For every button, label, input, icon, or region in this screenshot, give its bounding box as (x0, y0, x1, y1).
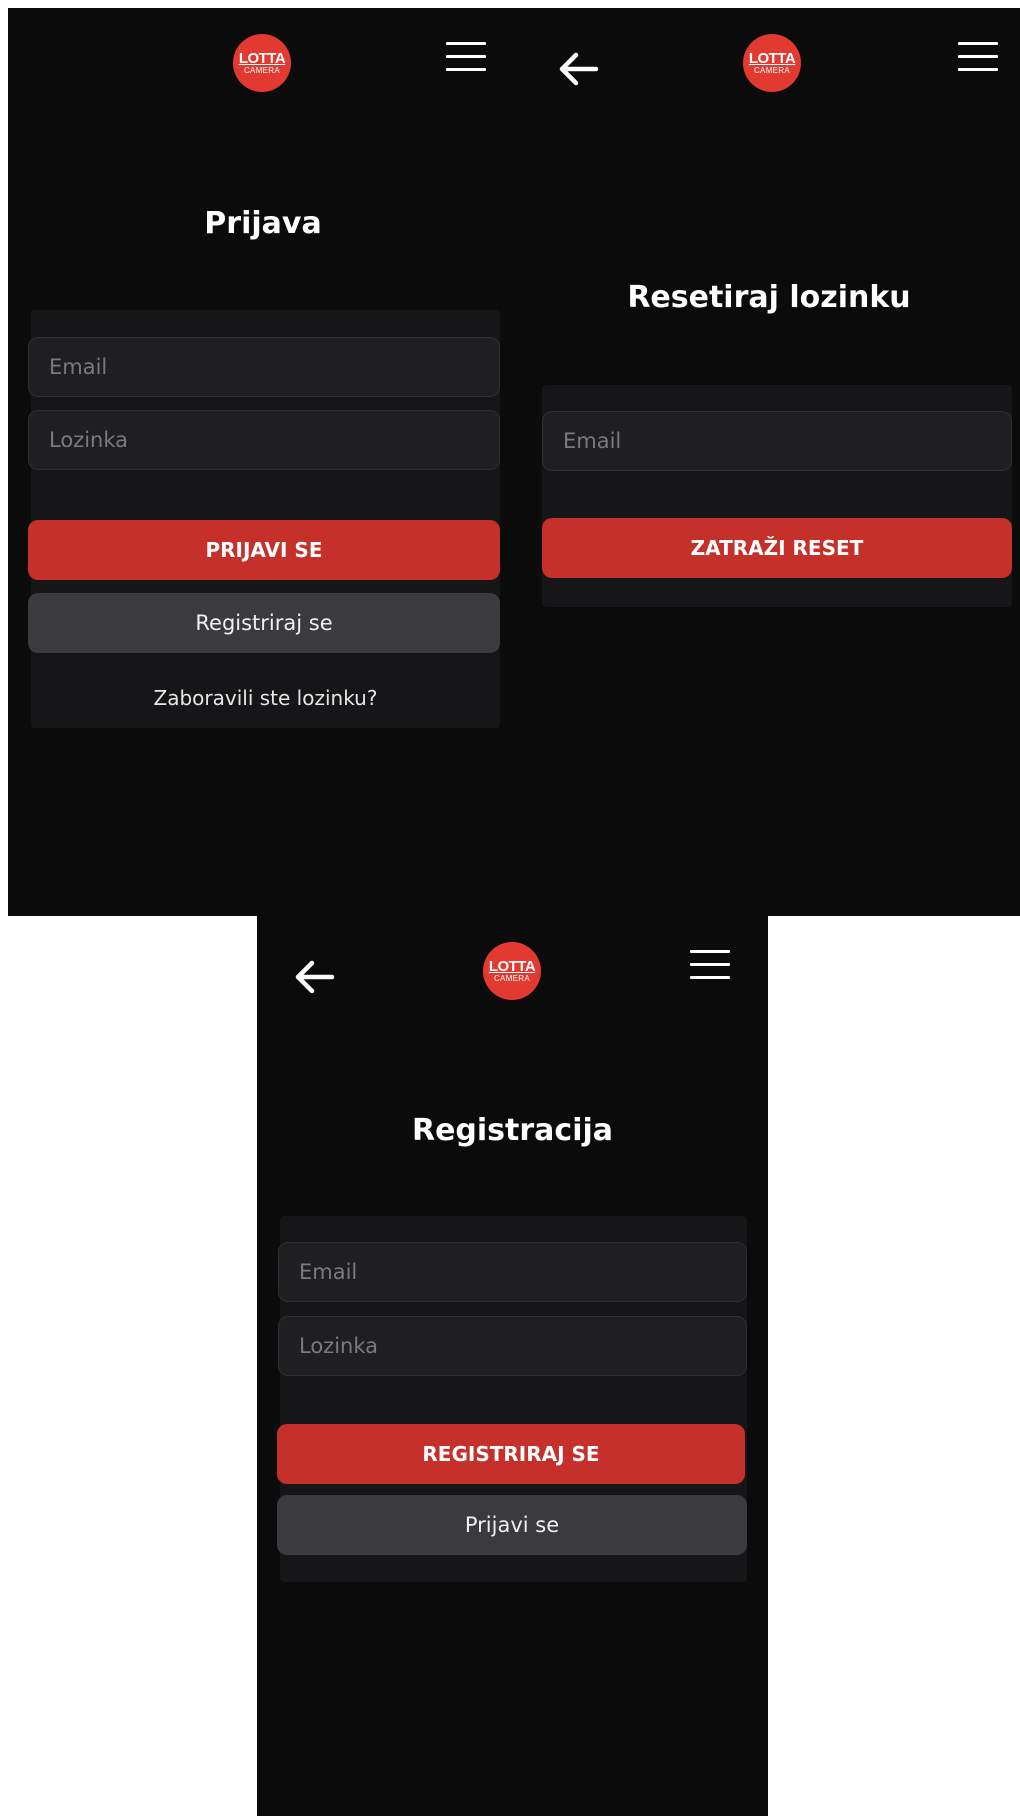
hamburger-menu-icon[interactable] (956, 36, 1000, 76)
login-screen: LOTTA CAMERA Prijava PRIJAVI SE Registri… (8, 8, 518, 916)
app-header: LOTTA CAMERA (257, 916, 768, 1026)
back-arrow-icon[interactable] (556, 46, 602, 92)
register-submit-button[interactable]: REGISTRIRAJ SE (277, 1424, 745, 1484)
logo-line2: CAMERA (753, 66, 791, 75)
logo-line1: LOTTA (748, 50, 796, 67)
brand-logo[interactable]: LOTTA CAMERA (233, 34, 291, 92)
login-submit-button[interactable]: PRIJAVI SE (28, 520, 500, 580)
email-input[interactable] (542, 411, 1012, 471)
forgot-password-link[interactable]: Zaboravili ste lozinku? (31, 686, 500, 710)
email-input[interactable] (28, 337, 500, 397)
logo-line1: LOTTA (238, 50, 286, 67)
app-header: LOTTA CAMERA (518, 8, 1020, 118)
password-input[interactable] (278, 1316, 747, 1376)
app-header: LOTTA CAMERA (8, 8, 518, 118)
page-title: Resetiraj lozinku (627, 280, 911, 315)
hamburger-menu-icon[interactable] (444, 36, 488, 76)
password-input[interactable] (28, 410, 500, 470)
hamburger-menu-icon[interactable] (688, 944, 732, 984)
request-reset-button[interactable]: ZATRAŽI RESET (542, 518, 1012, 578)
register-form-card: REGISTRIRAJ SE Prijavi se (277, 1216, 747, 1582)
register-button[interactable]: Registriraj se (28, 593, 500, 653)
page-title: Registracija (411, 1113, 614, 1148)
email-input[interactable] (278, 1242, 747, 1302)
login-button[interactable]: Prijavi se (277, 1495, 747, 1555)
brand-logo[interactable]: LOTTA CAMERA (743, 34, 801, 92)
logo-line2: CAMERA (493, 974, 531, 983)
brand-logo[interactable]: LOTTA CAMERA (483, 942, 541, 1000)
reset-form-card: ZATRAŽI RESET (542, 385, 1012, 607)
back-arrow-icon[interactable] (292, 954, 338, 1000)
page-title: Prijava (204, 206, 322, 241)
logo-line1: LOTTA (488, 958, 536, 975)
login-form-card: PRIJAVI SE Registriraj se Zaboravili ste… (28, 310, 500, 728)
reset-password-screen: LOTTA CAMERA Resetiraj lozinku ZATRAŽI R… (518, 8, 1020, 916)
logo-line2: CAMERA (243, 66, 281, 75)
register-screen: LOTTA CAMERA Registracija REGISTRIRAJ SE… (257, 916, 768, 1816)
